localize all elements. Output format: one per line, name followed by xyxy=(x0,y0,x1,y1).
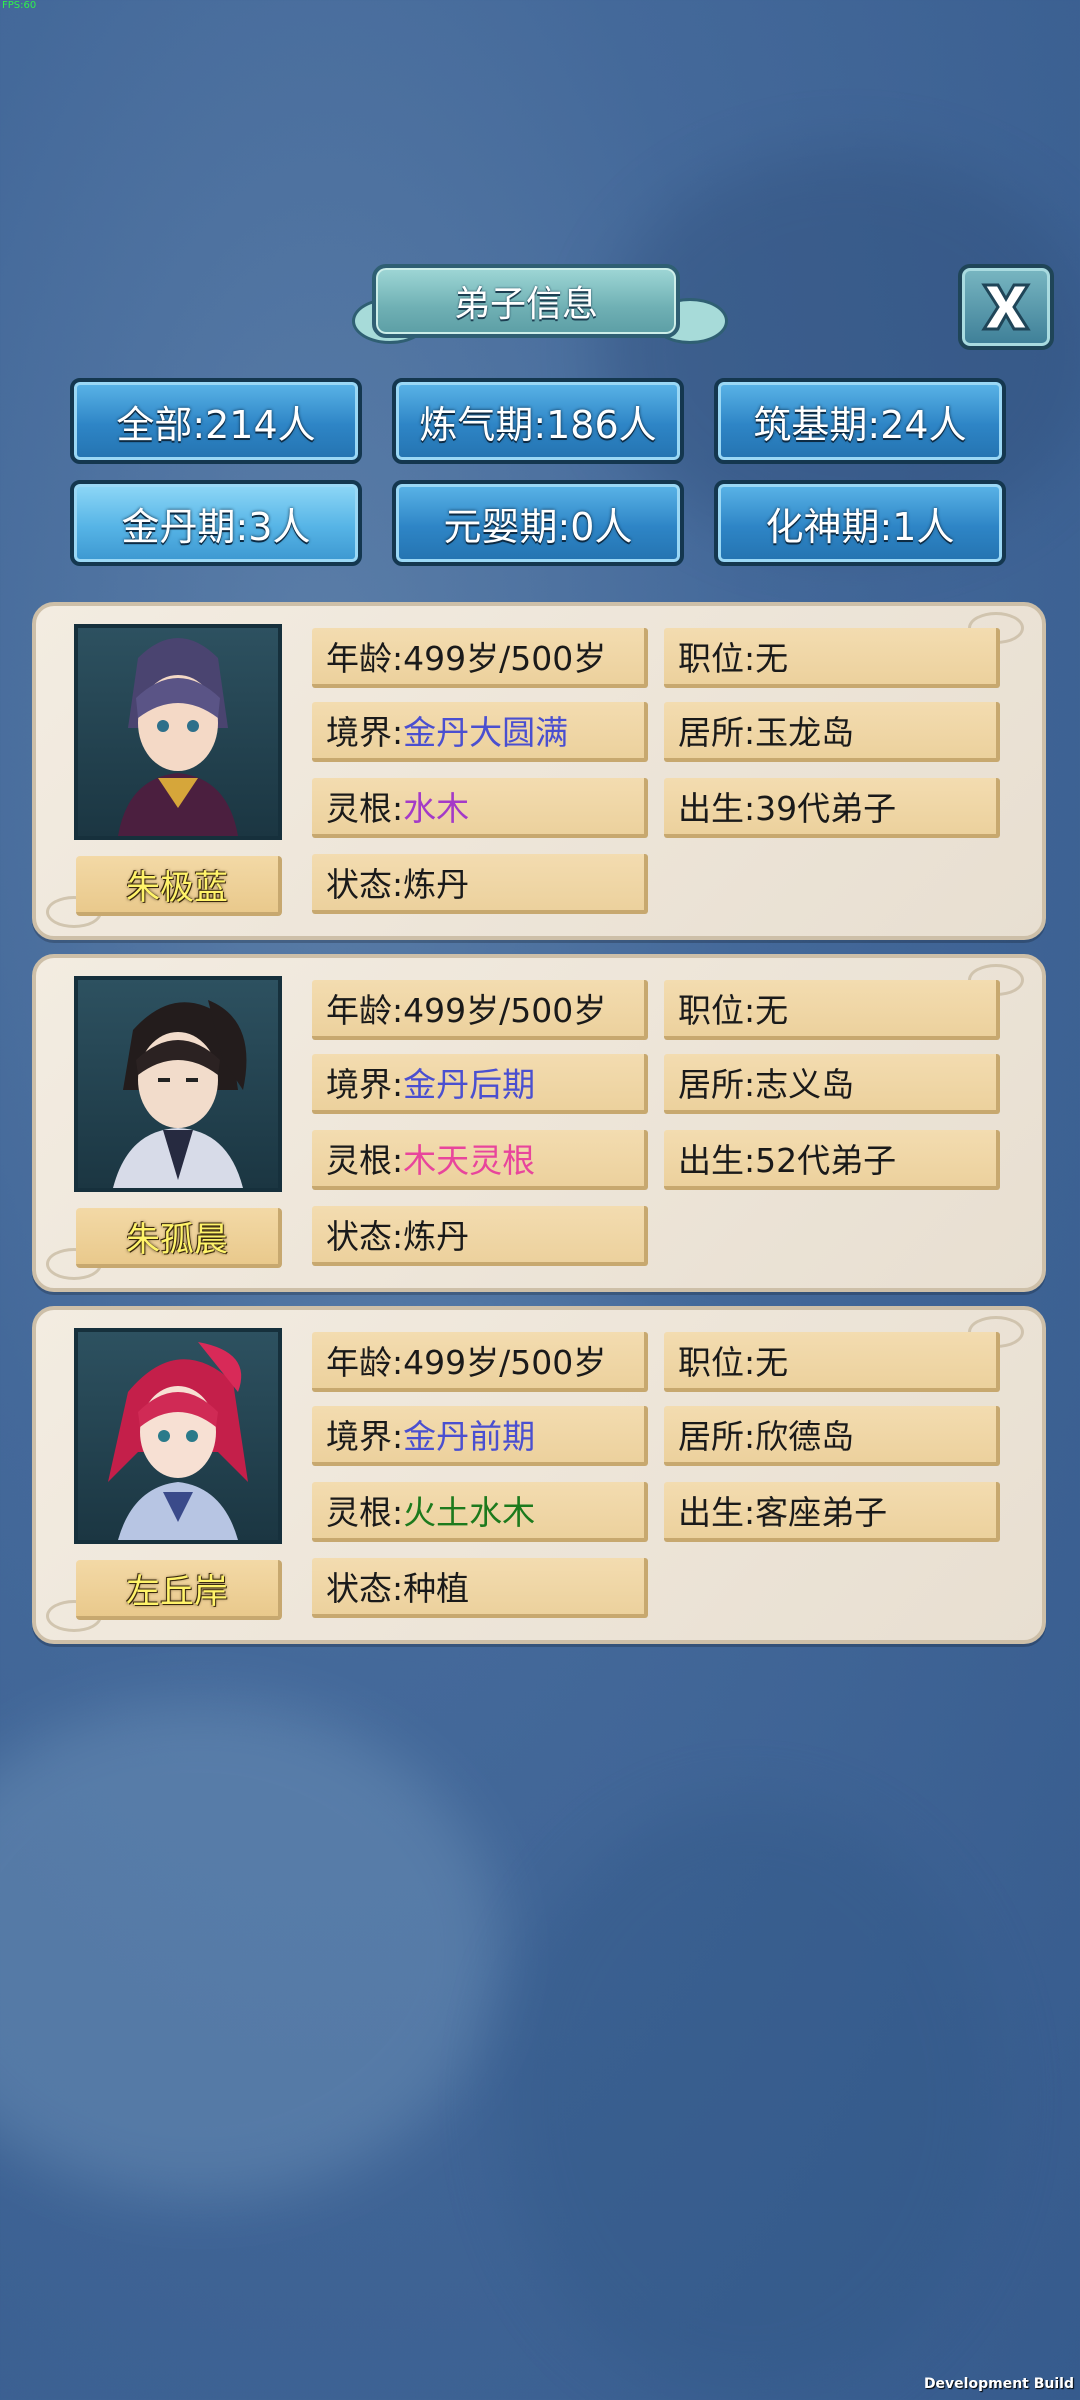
status-value: 炼丹 xyxy=(403,865,470,904)
age-value: 499岁/500岁 xyxy=(403,991,607,1030)
status-field: 状态: 炼丹 xyxy=(312,854,648,914)
birth-value: 客座弟子 xyxy=(755,1493,888,1532)
residence-field: 居所: 玉龙岛 xyxy=(664,702,1000,762)
filter-all-button[interactable]: 全部:214人 xyxy=(70,378,362,464)
birth-field: 出生: 39代弟子 xyxy=(664,778,1000,838)
residence-value: 欣德岛 xyxy=(755,1417,855,1456)
realm-label: 境界: xyxy=(326,1417,404,1456)
position-label: 职位: xyxy=(678,991,756,1030)
realm-field: 境界: 金丹后期 xyxy=(312,1054,648,1114)
filter-nascent-soul-button[interactable]: 元婴期:0人 xyxy=(392,480,684,566)
status-value: 种植 xyxy=(403,1569,470,1608)
fps-counter: FPS:60 xyxy=(2,0,37,11)
residence-label: 居所: xyxy=(678,1065,756,1104)
residence-value: 玉龙岛 xyxy=(755,713,855,752)
disciple-name: 朱极蓝 xyxy=(76,856,282,916)
status-field: 状态: 种植 xyxy=(312,1558,648,1618)
realm-label: 境界: xyxy=(326,1065,404,1104)
birth-field: 出生: 52代弟子 xyxy=(664,1130,1000,1190)
residence-field: 居所: 志义岛 xyxy=(664,1054,1000,1114)
root-label: 灵根: xyxy=(326,1141,404,1180)
age-label: 年龄: xyxy=(326,991,404,1030)
root-field: 灵根: 火土水木 xyxy=(312,1482,648,1542)
disciple-card[interactable]: 左丘岸 年龄: 499岁/500岁 职位: 无 境界: 金丹前期 居所: 欣德岛 灵根:… xyxy=(32,1306,1046,1644)
root-value: 水木 xyxy=(403,789,470,828)
birth-value: 39代弟子 xyxy=(755,789,897,828)
position-label: 职位: xyxy=(678,639,756,678)
root-field: 灵根: 水木 xyxy=(312,778,648,838)
root-label: 灵根: xyxy=(326,1493,404,1532)
age-field: 年龄: 499岁/500岁 xyxy=(312,628,648,688)
position-value: 无 xyxy=(755,639,789,678)
disciple-name: 朱孤晨 xyxy=(76,1208,282,1268)
age-label: 年龄: xyxy=(326,639,404,678)
birth-value: 52代弟子 xyxy=(755,1141,897,1180)
disciple-portrait xyxy=(74,1328,282,1544)
filter-qi-refining-button[interactable]: 炼气期:186人 xyxy=(392,378,684,464)
background-cloud xyxy=(500,1800,1000,2400)
root-value: 火土水木 xyxy=(403,1493,536,1532)
position-field: 职位: 无 xyxy=(664,980,1000,1040)
age-value: 499岁/500岁 xyxy=(403,639,607,678)
status-field: 状态: 炼丹 xyxy=(312,1206,648,1266)
realm-field: 境界: 金丹前期 xyxy=(312,1406,648,1466)
residence-field: 居所: 欣德岛 xyxy=(664,1406,1000,1466)
age-value: 499岁/500岁 xyxy=(403,1343,607,1382)
residence-value: 志义岛 xyxy=(755,1065,855,1104)
close-icon xyxy=(981,283,1031,331)
position-label: 职位: xyxy=(678,1343,756,1382)
position-field: 职位: 无 xyxy=(664,628,1000,688)
birth-field: 出生: 客座弟子 xyxy=(664,1482,1000,1542)
filter-foundation-button[interactable]: 筑基期:24人 xyxy=(714,378,1006,464)
birth-label: 出生: xyxy=(678,1141,756,1180)
status-value: 炼丹 xyxy=(403,1217,470,1256)
realm-field: 境界: 金丹大圆满 xyxy=(312,702,648,762)
filter-golden-core-button[interactable]: 金丹期:3人 xyxy=(70,480,362,566)
realm-label: 境界: xyxy=(326,713,404,752)
filter-spirit-button[interactable]: 化神期:1人 xyxy=(714,480,1006,566)
disciple-name: 左丘岸 xyxy=(76,1560,282,1620)
disciple-portrait xyxy=(74,976,282,1192)
disciple-card[interactable]: 朱孤晨 年龄: 499岁/500岁 职位: 无 境界: 金丹后期 居所: 志义岛 灵根:… xyxy=(32,954,1046,1292)
residence-label: 居所: xyxy=(678,713,756,752)
status-label: 状态: xyxy=(326,1217,404,1256)
close-button[interactable] xyxy=(958,264,1054,350)
development-build-label: Development Build xyxy=(923,2376,1074,2392)
age-label: 年龄: xyxy=(326,1343,404,1382)
position-value: 无 xyxy=(755,991,789,1030)
status-label: 状态: xyxy=(326,1569,404,1608)
position-field: 职位: 无 xyxy=(664,1332,1000,1392)
root-value: 木天灵根 xyxy=(403,1141,536,1180)
position-value: 无 xyxy=(755,1343,789,1382)
residence-label: 居所: xyxy=(678,1417,756,1456)
birth-label: 出生: xyxy=(678,789,756,828)
background-cloud xyxy=(0,1700,500,2200)
status-label: 状态: xyxy=(326,865,404,904)
age-field: 年龄: 499岁/500岁 xyxy=(312,980,648,1040)
realm-value: 金丹前期 xyxy=(403,1417,536,1456)
root-label: 灵根: xyxy=(326,789,404,828)
realm-value: 金丹大圆满 xyxy=(403,713,569,752)
age-field: 年龄: 499岁/500岁 xyxy=(312,1332,648,1392)
disciple-card[interactable]: 朱极蓝 年龄: 499岁/500岁 职位: 无 境界: 金丹大圆满 居所: 玉龙岛 灵根… xyxy=(32,602,1046,940)
title-banner: 弟子信息 xyxy=(352,258,728,346)
page-title: 弟子信息 xyxy=(372,264,680,338)
realm-value: 金丹后期 xyxy=(403,1065,536,1104)
root-field: 灵根: 木天灵根 xyxy=(312,1130,648,1190)
birth-label: 出生: xyxy=(678,1493,756,1532)
disciple-portrait xyxy=(74,624,282,840)
